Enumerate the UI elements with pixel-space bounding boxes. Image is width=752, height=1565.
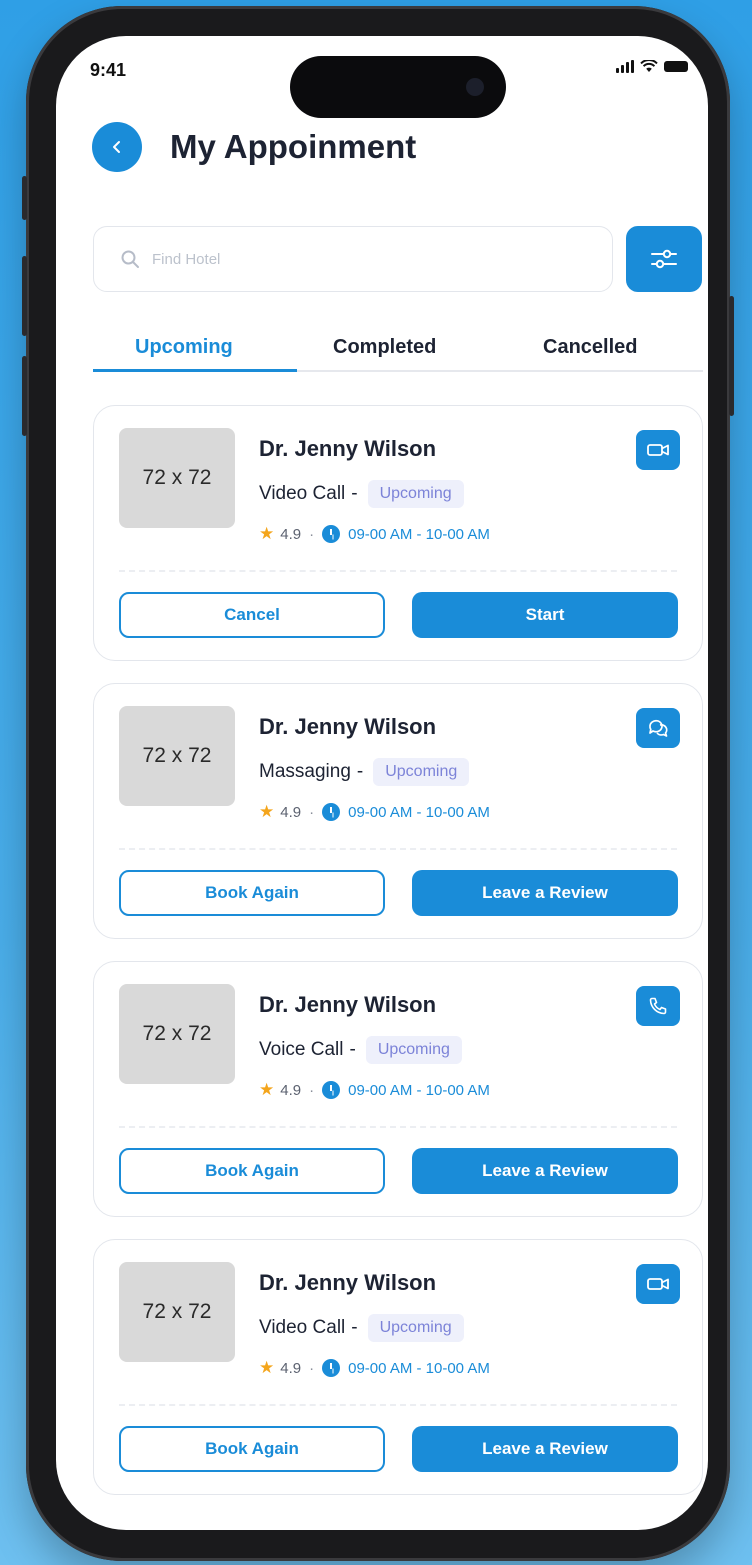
phone-icon [649,997,667,1015]
back-button[interactable] [92,122,142,172]
app-screen: 9:41 My Appoinment Find Hotel Upcoming C… [56,36,708,1530]
status-badge: Upcoming [373,758,470,786]
camera-icon [466,78,484,96]
star-icon: ★ [259,802,275,821]
appointment-meta: ★ 4.9 · 09-00 AM - 10-00 AM [259,1358,490,1378]
message-button[interactable] [636,708,680,748]
search-icon [121,250,139,268]
sliders-icon [651,249,677,269]
clock-icon [322,1359,341,1377]
card-divider [119,570,677,572]
rating-value: 4.9 [280,1359,302,1377]
appointment-type-row: Massaging - Upcoming [259,758,470,786]
appointment-type: Massaging [259,761,351,782]
card-divider [119,848,677,850]
book-again-button[interactable]: Book Again [119,1426,385,1472]
battery-icon [664,61,688,72]
rating-value: 4.9 [280,525,302,543]
start-button[interactable]: Start [412,592,678,638]
signal-icon [616,60,634,73]
appointment-card: 72 x 72 Dr. Jenny Wilson Massaging - Upc… [93,683,703,939]
active-tab-indicator [93,369,297,372]
appointment-meta: ★ 4.9 · 09-00 AM - 10-00 AM [259,1080,490,1100]
type-separator: - [349,1039,356,1060]
voice-call-button[interactable] [636,986,680,1026]
chat-icon [649,719,668,737]
doctor-name: Dr. Jenny Wilson [259,714,437,739]
book-again-button[interactable]: Book Again [119,870,385,916]
star-icon: ★ [259,524,275,543]
appointment-type-row: Video Call - Upcoming [259,1314,464,1342]
appointment-type: Voice Call [259,1039,344,1060]
appointment-time: 09-00 AM - 10-00 AM [348,1359,490,1377]
appointment-tabs: Upcoming Completed Cancelled [93,326,703,372]
status-badge: Upcoming [365,1036,462,1064]
doctor-name: Dr. Jenny Wilson [259,1270,437,1295]
appointment-type-row: Voice Call - Upcoming [259,1036,462,1064]
doctor-name: Dr. Jenny Wilson [259,992,437,1017]
meta-bullet: · [309,803,315,821]
type-separator: - [356,761,364,782]
doctor-photo-placeholder: 72 x 72 [119,984,235,1084]
tab-completed[interactable]: Completed [333,336,436,359]
book-again-button[interactable]: Book Again [119,1148,385,1194]
filter-button[interactable] [626,226,702,292]
appointment-type-row: Video Call - Upcoming [259,480,464,508]
search-input[interactable] [152,250,552,268]
status-badge: Upcoming [367,480,464,508]
page-header: My Appoinment [92,122,416,172]
appointment-time: 09-00 AM - 10-00 AM [348,803,490,821]
cancel-button[interactable]: Cancel [119,592,385,638]
wifi-icon [640,60,658,72]
status-bar: 9:41 [56,36,708,118]
star-icon: ★ [259,1358,275,1377]
video-icon [647,1278,669,1290]
leave-review-button[interactable]: Leave a Review [412,1148,678,1194]
meta-bullet: · [309,1359,315,1377]
type-separator: - [351,483,358,504]
chevron-left-icon [113,141,120,153]
leave-review-button[interactable]: Leave a Review [412,870,678,916]
type-separator: - [351,1317,358,1338]
search-box[interactable] [93,226,613,292]
clock-icon [322,525,341,543]
status-badge: Upcoming [367,1314,464,1342]
doctor-name: Dr. Jenny Wilson [259,436,437,461]
appointment-type: Video Call [259,1317,346,1338]
appointment-card: 72 x 72 Dr. Jenny Wilson Video Call - Up… [93,1239,703,1495]
appointment-meta: ★ 4.9 · 09-00 AM - 10-00 AM [259,802,490,822]
leave-review-button[interactable]: Leave a Review [412,1426,678,1472]
doctor-photo-placeholder: 72 x 72 [119,1262,235,1362]
appointment-time: 09-00 AM - 10-00 AM [348,525,490,543]
system-icons [616,60,688,73]
appointment-meta: ★ 4.9 · 09-00 AM - 10-00 AM [259,524,490,544]
page-title: My Appoinment [170,128,417,165]
video-call-button[interactable] [636,430,680,470]
card-divider [119,1404,677,1406]
meta-bullet: · [309,1081,315,1099]
video-icon [647,444,669,456]
power-button [729,296,734,416]
rating-value: 4.9 [280,1081,302,1099]
appointment-card: 72 x 72 Dr. Jenny Wilson Video Call - Up… [93,405,703,661]
doctor-photo-placeholder: 72 x 72 [119,428,235,528]
tab-cancelled[interactable]: Cancelled [543,336,637,359]
rating-value: 4.9 [280,803,302,821]
appointment-card: 72 x 72 Dr. Jenny Wilson Voice Call - Up… [93,961,703,1217]
appointment-time: 09-00 AM - 10-00 AM [348,1081,490,1099]
doctor-photo-placeholder: 72 x 72 [119,706,235,806]
dynamic-island [290,56,506,118]
card-divider [119,1126,677,1128]
star-icon: ★ [259,1080,275,1099]
status-time: 9:41 [90,60,127,80]
meta-bullet: · [309,525,315,543]
volume-down-button [22,356,27,436]
clock-icon [322,803,341,821]
appointment-type: Video Call [259,483,346,504]
action-button [22,176,27,220]
volume-up-button [22,256,27,336]
tab-upcoming[interactable]: Upcoming [135,336,233,359]
clock-icon [322,1081,341,1099]
video-call-button[interactable] [636,1264,680,1304]
